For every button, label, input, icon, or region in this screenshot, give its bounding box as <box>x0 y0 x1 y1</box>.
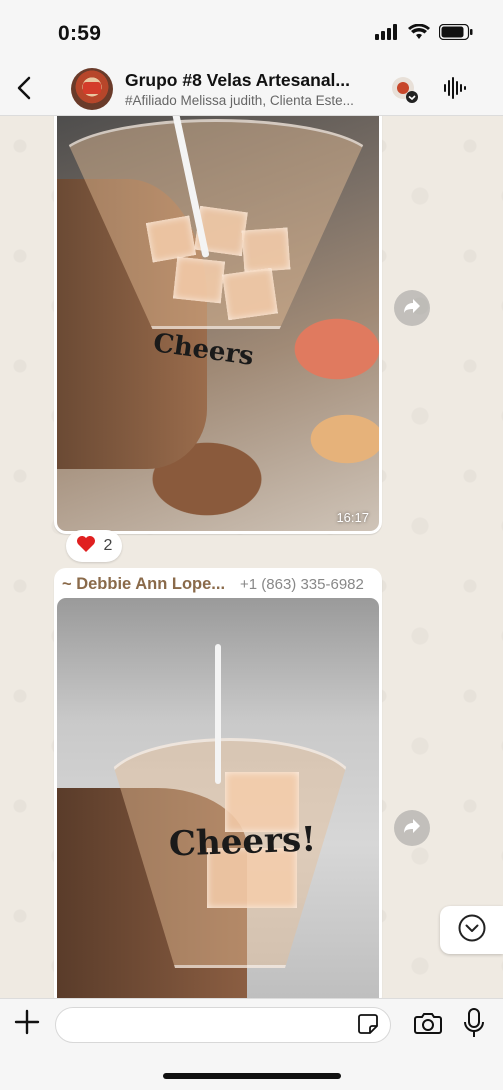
chat-messages[interactable]: Cheers 16:17 2 ~ Debbie Ann Lope... +1 (… <box>0 116 503 998</box>
status-bar: 0:59 <box>0 0 503 64</box>
attach-button[interactable] <box>12 1009 42 1039</box>
back-button[interactable] <box>10 74 38 106</box>
message-input[interactable] <box>55 1007 391 1043</box>
voice-chat-button[interactable] <box>441 76 469 104</box>
forward-icon <box>403 298 421 319</box>
forward-icon <box>403 818 421 839</box>
wax-cube <box>145 215 197 263</box>
mic-button[interactable] <box>460 1007 488 1043</box>
reaction-count: 2 <box>103 537 113 554</box>
status-time: 0:59 <box>58 22 102 45</box>
wick-image <box>215 644 221 784</box>
glass-cheers-text: Cheers! <box>168 819 317 865</box>
voice-wave-icon <box>443 76 467 105</box>
group-title[interactable]: Grupo #8 Velas Artesanal... <box>125 70 375 91</box>
message-time: 16:17 <box>336 510 369 525</box>
wax-cube <box>241 227 291 273</box>
wax-cube <box>222 267 278 321</box>
wax-cube <box>172 256 226 304</box>
candle-photo[interactable]: Cheers! <box>57 598 379 998</box>
mic-icon <box>463 1007 485 1043</box>
candle-photo[interactable]: Cheers 16:17 <box>57 116 379 531</box>
status-icons <box>375 23 473 45</box>
sender-name[interactable]: ~ Debbie Ann Lope... <box>62 575 225 594</box>
reaction-badge[interactable]: 2 <box>66 530 122 562</box>
camera-icon <box>414 1011 442 1040</box>
sticker-icon <box>357 1013 379 1040</box>
message-input-bar <box>0 998 503 1090</box>
signal-icon <box>375 24 399 45</box>
camera-button[interactable] <box>412 1011 444 1039</box>
chat-header: Grupo #8 Velas Artesanal... #Afiliado Me… <box>0 64 503 116</box>
sticker-button[interactable] <box>355 1013 381 1039</box>
scroll-to-bottom-button[interactable] <box>440 906 503 954</box>
battery-icon <box>438 23 473 45</box>
chevron-down-icon <box>457 913 487 948</box>
plus-icon <box>14 1009 40 1040</box>
forward-button[interactable] <box>394 810 430 846</box>
back-icon <box>16 76 32 105</box>
image-message[interactable]: Cheers 16:17 <box>54 116 382 534</box>
home-indicator <box>163 1073 341 1079</box>
group-avatar[interactable] <box>71 68 113 110</box>
group-participants[interactable]: #Afiliado Melissa judith, Clienta Este..… <box>125 93 377 108</box>
sender-phone: +1 (863) 335-6982 <box>240 576 364 593</box>
heart-icon <box>76 535 96 558</box>
member-avatar-badge[interactable] <box>391 76 419 104</box>
wifi-icon <box>408 23 430 45</box>
forward-button[interactable] <box>394 290 430 326</box>
image-message[interactable]: ~ Debbie Ann Lope... +1 (863) 335-6982 C… <box>54 568 382 998</box>
